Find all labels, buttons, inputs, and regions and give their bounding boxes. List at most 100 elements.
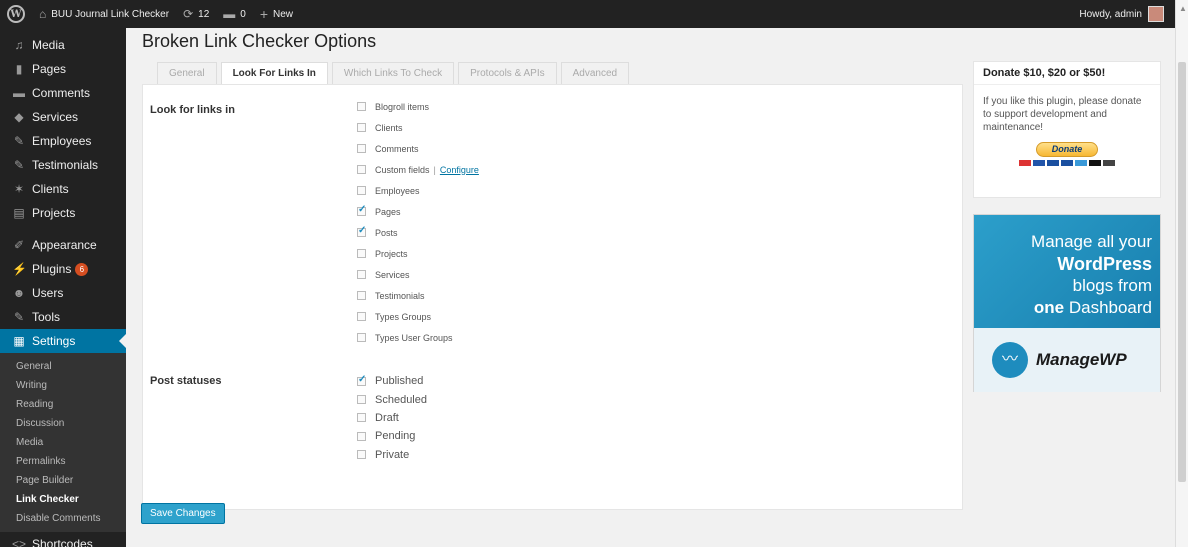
sidebar-item-clients[interactable]: ✶ Clients	[0, 177, 126, 201]
checkbox-label[interactable]: Employees	[375, 186, 420, 196]
plus-icon: +	[259, 6, 269, 22]
checkbox[interactable]	[357, 374, 366, 386]
checkbox-label[interactable]: Comments	[375, 144, 419, 154]
checkbox-label[interactable]: Private	[375, 449, 409, 461]
admin-bar: W ⌂ BUU Journal Link Checker ⟳ 12 ▬ 0 + …	[0, 0, 1175, 28]
checkbox[interactable]	[357, 165, 366, 174]
sidebar-item-tools[interactable]: ✎ Tools	[0, 305, 126, 329]
sidebar-item-pages[interactable]: ▮ Pages	[0, 57, 126, 81]
sidebar-item-settings[interactable]: ▦ Settings	[0, 329, 126, 353]
plugins-update-badge: 6	[75, 262, 89, 276]
page-scrollbar[interactable]: ▲	[1175, 0, 1188, 547]
payment-card-icon	[1033, 160, 1045, 166]
submenu-item-writing[interactable]: Writing	[0, 376, 126, 395]
checkbox-label[interactable]: Blogroll items	[375, 102, 429, 112]
comment-bubble-icon: ▬	[223, 7, 236, 21]
checkbox-label[interactable]: Published	[375, 375, 423, 387]
checkbox[interactable]	[357, 144, 366, 153]
checkbox-label[interactable]: Posts	[375, 228, 398, 238]
checkbox[interactable]	[357, 333, 366, 342]
sidebar-item-services[interactable]: ◆ Services	[0, 105, 126, 129]
submenu-item-discussion[interactable]: Discussion	[0, 414, 126, 433]
tab-general[interactable]: General	[157, 62, 217, 85]
checkbox-label[interactable]: Testimonials	[375, 291, 425, 301]
sidebar-item-users[interactable]: ☻ Users	[0, 281, 126, 305]
brush-icon: ✐	[13, 238, 25, 252]
checkbox[interactable]	[357, 413, 366, 423]
updates-link[interactable]: ⟳ 12	[176, 0, 216, 28]
checkbox-label[interactable]: Pages	[375, 207, 401, 217]
checkbox-label[interactable]: Types Groups	[375, 312, 431, 322]
checkbox[interactable]	[357, 270, 366, 279]
checkbox[interactable]	[357, 431, 366, 441]
checkbox[interactable]	[357, 186, 366, 195]
checkbox[interactable]	[357, 291, 366, 300]
checkbox[interactable]	[357, 450, 366, 460]
sidebar-item-employees[interactable]: ✎ Employees	[0, 129, 126, 153]
payment-card-icon	[1103, 160, 1115, 166]
tab-which-links-to-check[interactable]: Which Links To Check	[331, 62, 455, 85]
checkbox[interactable]	[357, 123, 366, 132]
wp-logo-menu[interactable]: W	[0, 0, 32, 28]
managewp-brand-name: ManageWP	[1036, 350, 1127, 369]
payment-card-icon	[1061, 160, 1073, 166]
checkbox-label[interactable]: Services	[375, 270, 410, 280]
scroll-up-icon[interactable]: ▲	[1179, 4, 1187, 13]
checkbox[interactable]	[357, 395, 366, 405]
checkbox-row-pages: Pages	[357, 201, 479, 222]
sidebar-item-shortcodes[interactable]: <> Shortcodes	[0, 532, 126, 547]
ad-line-4-rest: Dashboard	[1064, 298, 1152, 317]
tab-protocols-apis[interactable]: Protocols & APIs	[458, 62, 557, 85]
checkbox[interactable]	[357, 204, 366, 216]
submenu-item-link-checker[interactable]: Link Checker	[0, 490, 126, 509]
sidebar-item-testimonials[interactable]: ✎ Testimonials	[0, 153, 126, 177]
checkbox[interactable]	[357, 312, 366, 321]
sidebar-item-appearance[interactable]: ✐ Appearance	[0, 233, 126, 257]
submenu-item-disable-comments[interactable]: Disable Comments	[0, 509, 126, 528]
checkbox[interactable]	[357, 249, 366, 258]
sidebar-item-plugins[interactable]: ⚡ Plugins 6	[0, 257, 126, 281]
tab-look-for-links-in[interactable]: Look For Links In	[220, 62, 328, 86]
sidebar-item-media[interactable]: ♫ Media	[0, 33, 126, 57]
submenu-item-permalinks[interactable]: Permalinks	[0, 452, 126, 471]
checkbox[interactable]	[357, 225, 366, 237]
submenu-item-page-builder[interactable]: Page Builder	[0, 471, 126, 490]
sidebar-item-label: Pages	[32, 62, 67, 76]
site-name-link[interactable]: ⌂ BUU Journal Link Checker	[32, 0, 176, 28]
paypal-donate-button[interactable]: Donate	[1036, 142, 1098, 157]
comments-link[interactable]: ▬ 0	[216, 0, 253, 28]
settings-submenu: General Writing Reading Discussion Media Perm…	[0, 353, 126, 532]
payment-card-icon	[1047, 160, 1059, 166]
submenu-item-media[interactable]: Media	[0, 433, 126, 452]
checkbox[interactable]	[357, 102, 366, 111]
submenu-item-reading[interactable]: Reading	[0, 395, 126, 414]
checkbox-label[interactable]: Draft	[375, 412, 399, 424]
sidebar-item-projects[interactable]: ▤ Projects	[0, 201, 126, 225]
ad-line-2: WordPress	[1057, 254, 1152, 274]
checkbox-label[interactable]: Projects	[375, 249, 408, 259]
ad-line-4: one Dashboard	[974, 297, 1152, 319]
checkbox-label[interactable]: Pending	[375, 430, 415, 442]
checkbox-label[interactable]: Scheduled	[375, 394, 427, 406]
new-content-link[interactable]: + New	[253, 0, 300, 28]
checkbox-label[interactable]: Custom fields	[375, 165, 430, 175]
checkbox-row-published: Published	[357, 372, 427, 390]
checkbox-row-testimonials: Testimonials	[357, 285, 479, 306]
look-for-links-label: Look for links in	[150, 104, 235, 116]
separator: |	[433, 164, 436, 175]
checkbox-label[interactable]: Types User Groups	[375, 333, 453, 343]
account-menu[interactable]: Howdy, admin	[1072, 0, 1171, 28]
sidebar-item-comments[interactable]: ▬ Comments	[0, 81, 126, 105]
pages-icon: ▮	[15, 62, 23, 76]
managewp-ad[interactable]: Manage all your WordPress blogs from one…	[973, 214, 1161, 392]
sidebar-item-label: Settings	[32, 334, 76, 348]
checkbox-label[interactable]: Clients	[375, 123, 403, 133]
submenu-item-general[interactable]: General	[0, 357, 126, 376]
scrollbar-thumb[interactable]	[1178, 62, 1186, 482]
post-statuses-label: Post statuses	[150, 375, 222, 387]
save-changes-button[interactable]: Save Changes	[141, 503, 225, 524]
tab-advanced[interactable]: Advanced	[560, 62, 630, 85]
payment-card-icon	[1089, 160, 1101, 166]
configure-link[interactable]: Configure	[440, 165, 479, 175]
checkbox-row-draft: Draft	[357, 409, 427, 427]
